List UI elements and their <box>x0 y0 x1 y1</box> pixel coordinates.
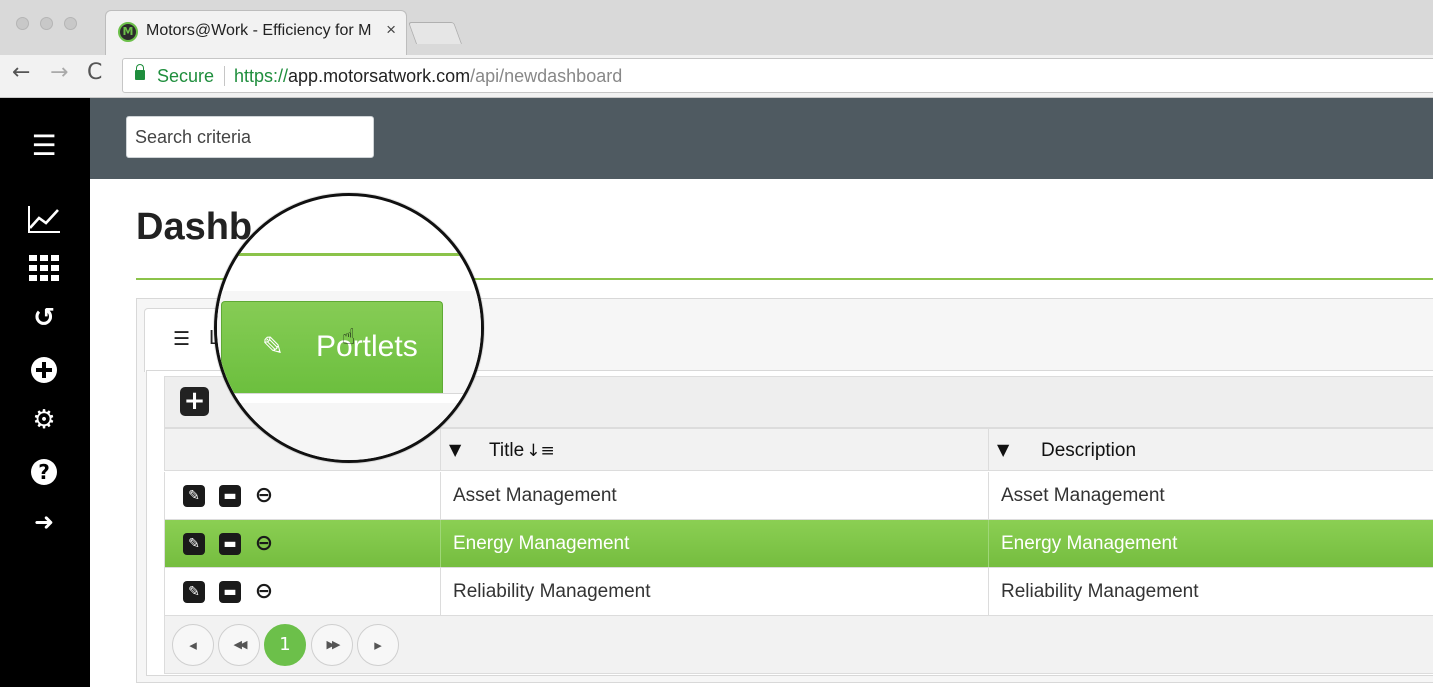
remove-icon[interactable]: ▬ <box>219 533 241 555</box>
zoom-out-icon[interactable]: ⊖ <box>253 581 275 603</box>
browser-tabbar: M Motors@Work - Efficiency for M × <box>0 0 1433 56</box>
cell-description: Asset Management <box>1001 485 1165 506</box>
first-page-button[interactable]: ◀◀ <box>218 624 260 666</box>
url-scheme: https:// <box>234 66 289 86</box>
lock-icon <box>135 64 145 80</box>
column-description-label: Description <box>1041 440 1137 461</box>
magnified-grid-edge <box>217 393 481 403</box>
edit-icon[interactable]: ✎ <box>183 581 205 603</box>
reload-icon[interactable]: C <box>87 60 102 85</box>
close-tab-icon[interactable]: × <box>386 20 396 40</box>
back-icon[interactable]: ← <box>12 60 30 85</box>
row-actions: ✎ ▬ ⊖ <box>165 472 441 519</box>
add-dashboard-button[interactable]: + <box>180 387 209 416</box>
table-row[interactable]: ✎ ▬ ⊖ Reliability Management Reliability… <box>164 568 1433 616</box>
filter-icon[interactable]: ▼ <box>997 440 1009 459</box>
last-page-button[interactable]: ▶▶ <box>311 624 353 666</box>
zoom-window-button[interactable] <box>64 17 77 30</box>
cell-title: Energy Management <box>441 520 989 567</box>
table-row-selected[interactable]: ✎ ▬ ⊖ Energy Management Energy Managemen… <box>164 520 1433 568</box>
sidebar: ☰ ↺ ⚙ ? ➜ <box>0 98 90 687</box>
url-host: app.motorsatwork.com <box>288 66 471 86</box>
forward-icon[interactable]: → <box>50 60 68 85</box>
page-title: Dashb <box>136 206 253 248</box>
browser-tab[interactable]: M Motors@Work - Efficiency for M × <box>105 10 407 56</box>
remove-icon[interactable]: ▬ <box>219 485 241 507</box>
remove-icon[interactable]: ▬ <box>219 581 241 603</box>
edit-icon[interactable]: ✎ <box>183 485 205 507</box>
zoom-out-icon[interactable]: ⊖ <box>253 485 275 507</box>
add-circle-icon[interactable] <box>26 352 62 388</box>
url-text: https://app.motorsatwork.com/api/newdash… <box>234 66 622 87</box>
menu-icon[interactable]: ☰ <box>26 128 62 164</box>
svg-text:?: ? <box>38 460 50 484</box>
column-header-description[interactable]: ▼ Description <box>988 428 1433 471</box>
hand-cursor-icon: ☝ <box>342 325 356 350</box>
row-actions: ✎ ▬ ⊖ <box>165 520 441 567</box>
pencil-icon: ✎ <box>262 332 284 362</box>
browser-toolbar: ← → C Secure https://app.motorsatwork.co… <box>0 55 1433 98</box>
favicon-icon: M <box>118 22 138 42</box>
zoom-out-icon[interactable]: ⊖ <box>253 533 275 555</box>
grid-icon[interactable] <box>26 250 62 286</box>
tab-portlets[interactable]: ✎ Portlets <box>221 301 443 393</box>
cell-description: Energy Management <box>1001 533 1178 554</box>
edit-icon[interactable]: ✎ <box>183 533 205 555</box>
row-actions: ✎ ▬ ⊖ <box>165 568 441 615</box>
new-tab-button[interactable] <box>407 22 463 44</box>
secure-label: Secure <box>157 66 215 86</box>
list-icon: ☰ <box>173 328 191 350</box>
magnified-divider <box>217 253 481 256</box>
chart-icon[interactable] <box>26 200 62 236</box>
column-title-label: Title ↓≡ <box>489 440 555 461</box>
history-icon[interactable]: ↺ <box>26 300 62 336</box>
browser-tab-title: Motors@Work - Efficiency for M <box>146 22 371 39</box>
tab-portlets-label: Portlets <box>316 330 418 363</box>
cell-title: Asset Management <box>441 472 989 519</box>
table-row[interactable]: ✎ ▬ ⊖ Asset Management Asset Management <box>164 472 1433 520</box>
cell-title: Reliability Management <box>441 568 989 615</box>
url-path: /api/newdashboard <box>470 66 623 86</box>
column-header-title[interactable]: ▼ Title↓≡ <box>440 428 989 471</box>
top-header <box>90 98 1433 179</box>
next-page-button[interactable]: ▸ <box>357 624 399 666</box>
close-window-button[interactable] <box>16 17 29 30</box>
address-bar[interactable]: Secure https://app.motorsatwork.com/api/… <box>122 58 1433 93</box>
help-icon[interactable]: ? <box>26 454 62 490</box>
page-number-button[interactable]: 1 <box>264 624 306 666</box>
settings-icon[interactable]: ⚙ <box>26 402 62 438</box>
cell-description: Reliability Management <box>1001 581 1199 602</box>
address-separator <box>224 66 225 86</box>
prev-page-button[interactable]: ◂ <box>172 624 214 666</box>
minimize-window-button[interactable] <box>40 17 53 30</box>
sort-ascending-icon[interactable]: ↓≡ <box>526 441 555 461</box>
pagination-bar <box>164 616 1433 674</box>
logout-icon[interactable]: ➜ <box>26 504 62 540</box>
search-input[interactable] <box>126 116 374 158</box>
